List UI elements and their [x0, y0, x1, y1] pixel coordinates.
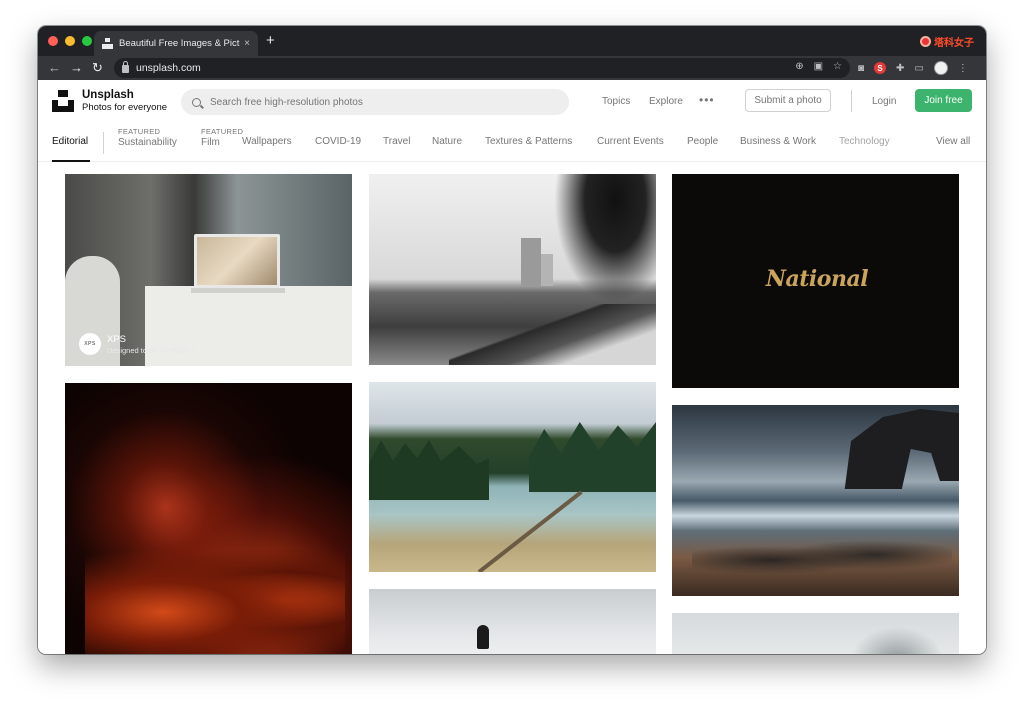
url-text: unsplash.com	[136, 62, 201, 74]
laptop-screen	[194, 234, 280, 288]
search-input[interactable]	[210, 96, 550, 108]
add-icon[interactable]: ⊕	[795, 61, 803, 72]
view-all-link[interactable]: View all	[936, 136, 970, 147]
topic-covid-19[interactable]: COVID-19	[315, 136, 361, 147]
photo-surfer[interactable]	[369, 589, 656, 654]
back-arrow-icon[interactable]: ←	[48, 59, 61, 77]
topic-textures-patterns[interactable]: Textures & Patterns	[485, 136, 572, 147]
topic-label: Film	[201, 137, 220, 148]
search-icon	[192, 97, 201, 107]
unsplash-logo-icon[interactable]	[52, 90, 74, 112]
sponsor-name: XPS	[107, 333, 127, 345]
photo-national-sign[interactable]: National	[672, 174, 959, 388]
logo-name: Unsplash	[82, 89, 134, 101]
beach-rocks	[692, 535, 952, 585]
topic-nature[interactable]: Nature	[432, 136, 462, 147]
topic-divider	[103, 132, 104, 154]
watermark-brand: 塔科女子	[920, 34, 974, 49]
featured-label: FEATURED	[201, 127, 244, 136]
photo-sea-arch[interactable]	[672, 405, 959, 596]
brand-tag-text: 塔科女子	[934, 38, 974, 49]
cast-icon[interactable]: ▭	[914, 63, 923, 74]
trees-right	[529, 422, 656, 492]
close-window-button[interactable]	[48, 36, 58, 46]
profile-avatar[interactable]	[933, 61, 948, 75]
more-options-icon[interactable]: •••	[699, 93, 715, 107]
browser-toolbar: ← → ↻ unsplash.com ⊕ ▣ ☆ ◙ S ✚ ▭ ⋮	[38, 56, 986, 80]
topic-editorial[interactable]: Editorial	[52, 136, 88, 147]
embers-glow	[85, 543, 345, 654]
tower-shape	[541, 254, 553, 286]
nav-explore[interactable]: Explore	[649, 96, 683, 107]
topic-business-work[interactable]: Business & Work	[740, 136, 816, 147]
logo-text[interactable]: Unsplash Photos for everyone	[82, 89, 167, 113]
extension-s-icon[interactable]: S	[874, 62, 887, 74]
rocks-shore	[449, 304, 656, 365]
address-bar[interactable]: unsplash.com ⊕ ▣ ☆	[114, 58, 850, 78]
trees-left	[369, 440, 489, 500]
topic-label: Sustainability	[118, 137, 177, 148]
railway-track	[477, 490, 583, 572]
join-free-button[interactable]: Join free	[915, 89, 972, 112]
minimize-window-button[interactable]	[65, 36, 75, 46]
browser-tab-active[interactable]: Beautiful Free Images & Pictures ×	[94, 31, 258, 56]
nav-topics[interactable]: Topics	[602, 96, 630, 107]
photo-grid: XPS XPS Designed to be the Best ↗ Nation…	[38, 162, 986, 654]
tab-close-icon[interactable]: ×	[244, 38, 250, 49]
topic-travel[interactable]: Travel	[383, 136, 410, 147]
palm-tree-shape	[554, 174, 656, 304]
photo-winter-trees[interactable]	[672, 613, 959, 654]
topic-technology[interactable]: Technology	[839, 136, 890, 147]
surfer-figure	[477, 625, 489, 649]
window-controls	[48, 36, 92, 46]
rock-arch-shape	[844, 409, 959, 489]
header-divider	[851, 90, 852, 112]
national-logo-text: National	[765, 266, 869, 292]
sponsor-subtitle: Designed to be the Best ↗	[107, 345, 196, 355]
brand-avatar-icon	[920, 36, 931, 47]
login-link[interactable]: Login	[872, 96, 896, 107]
bookmark-star-icon[interactable]: ☆	[833, 61, 842, 72]
site-header: Unsplash Photos for everyone Topics Expl…	[38, 80, 986, 124]
search-bar[interactable]	[181, 89, 569, 115]
bare-trees	[842, 621, 952, 654]
lock-icon	[122, 61, 129, 73]
photo-bw-coast[interactable]	[369, 174, 656, 365]
extensions-puzzle-icon[interactable]: ✚	[896, 63, 904, 74]
maximize-window-button[interactable]	[82, 36, 92, 46]
browser-menu-icon[interactable]: ⋮	[958, 63, 968, 74]
translate-icon[interactable]: ▣	[814, 61, 823, 72]
photo-river-forest[interactable]	[369, 382, 656, 572]
photo-embers[interactable]	[65, 383, 352, 654]
tower-shape	[521, 238, 541, 286]
xps-logo-icon: XPS	[79, 333, 101, 355]
tab-strip: Beautiful Free Images & Pictures × + 塔科女…	[38, 26, 986, 56]
reload-icon[interactable]: ↻	[92, 59, 103, 77]
topic-nav: Editorial FEATURED Sustainability FEATUR…	[38, 124, 986, 162]
unsplash-favicon-icon	[102, 38, 113, 49]
featured-label: FEATURED	[118, 127, 161, 136]
tab-title: Beautiful Free Images & Pictures	[119, 38, 240, 49]
sponsor-badge[interactable]: XPS XPS Designed to be the Best ↗	[79, 333, 195, 355]
photo-laptop-sponsored[interactable]: XPS XPS Designed to be the Best ↗	[65, 174, 352, 366]
topic-film[interactable]: FEATURED Film	[201, 127, 243, 148]
new-tab-button[interactable]: +	[266, 32, 275, 50]
topic-current-events[interactable]: Current Events	[597, 136, 664, 147]
forward-arrow-icon[interactable]: →	[70, 59, 83, 77]
browser-window: Beautiful Free Images & Pictures × + 塔科女…	[38, 26, 986, 654]
topic-people[interactable]: People	[687, 136, 718, 147]
submit-photo-button[interactable]: Submit a photo	[745, 89, 831, 112]
topic-wallpapers[interactable]: Wallpapers	[242, 136, 292, 147]
laptop-base	[191, 288, 285, 293]
pocket-icon[interactable]: ◙	[858, 63, 864, 74]
logo-tagline: Photos for everyone	[82, 102, 168, 113]
topic-sustainability[interactable]: FEATURED Sustainability	[118, 127, 177, 148]
